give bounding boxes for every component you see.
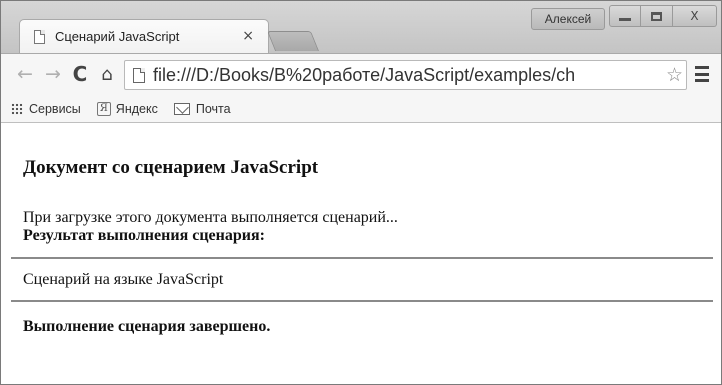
url-text[interactable]: file:///D:/Books/В%20работе/JavaScript/e… [153, 65, 663, 86]
minimize-icon [619, 17, 631, 21]
back-button[interactable]: ← [13, 62, 37, 86]
reload-icon: C [72, 62, 88, 86]
bookmark-mail[interactable]: Почта [173, 101, 231, 116]
title-bar: Сценарий JavaScript × Алексей X [1, 1, 721, 53]
script-output: Сценарий на языке JavaScript [23, 271, 224, 288]
divider [11, 300, 713, 302]
tab-active[interactable]: Сценарий JavaScript × [19, 19, 269, 53]
page-icon [34, 29, 45, 44]
bookmark-yandex[interactable]: Я Яндекс [96, 101, 158, 116]
tab-title: Сценарий JavaScript [55, 29, 180, 44]
page-content: Документ со сценарием JavaScript При заг… [1, 124, 721, 384]
mail-icon [173, 102, 190, 115]
bookmark-apps[interactable]: Сервисы [11, 102, 81, 116]
home-icon: ⌂ [101, 63, 113, 85]
maximize-icon [651, 11, 662, 21]
browser-window: Сценарий JavaScript × Алексей X ← → C ⌂ … [0, 0, 722, 385]
divider [11, 257, 713, 259]
intro-text: При загрузке этого документа выполняется… [23, 209, 398, 226]
apps-icon [11, 102, 23, 115]
browser-toolbar: ← → C ⌂ file:///D:/Books/В%20работе/Java… [1, 53, 721, 95]
completion-text: Выполнение сценария завершено. [23, 318, 271, 335]
page-icon [133, 67, 145, 83]
arrow-right-icon: → [45, 63, 61, 85]
profile-button[interactable]: Алексей [531, 8, 605, 30]
tab-close-icon[interactable]: × [242, 28, 254, 44]
arrow-left-icon: ← [17, 63, 33, 85]
forward-button[interactable]: → [41, 62, 65, 86]
bookmarks-bar: Сервисы Я Яндекс Почта [1, 95, 721, 123]
close-window-button[interactable]: X [673, 5, 717, 27]
star-icon[interactable]: ☆ [666, 64, 683, 86]
new-tab-button[interactable] [266, 31, 320, 51]
yandex-icon: Я [96, 101, 111, 116]
bookmark-label: Яндекс [115, 101, 158, 116]
bookmark-label: Сервисы [29, 101, 81, 116]
close-icon: X [690, 9, 699, 23]
result-label: Результат выполнения сценария: [23, 227, 265, 244]
window-controls: X [609, 5, 717, 27]
home-button[interactable]: ⌂ [95, 62, 119, 86]
address-bar[interactable]: file:///D:/Books/В%20работе/JavaScript/e… [124, 60, 687, 90]
reload-button[interactable]: C [68, 62, 92, 86]
minimize-button[interactable] [609, 5, 641, 27]
menu-icon[interactable] [695, 66, 709, 82]
page-title: Документ со сценарием JavaScript [23, 157, 319, 178]
bookmark-label: Почта [195, 101, 231, 116]
maximize-button[interactable] [641, 5, 673, 27]
